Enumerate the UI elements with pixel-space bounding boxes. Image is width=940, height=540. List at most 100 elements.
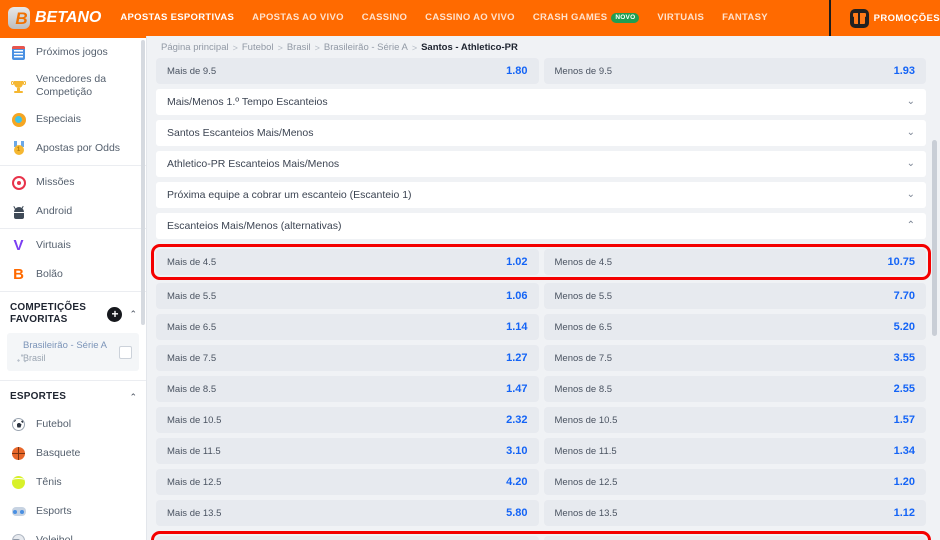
nav-item-apostas-ao-vivo[interactable]: APOSTAS AO VIVO [243,0,353,36]
odds-value: 1.20 [893,476,915,488]
nav-item-cassino-ao-vivo[interactable]: CASSINO AO VIVO [416,0,524,36]
odds-selection-right[interactable]: Menos de 13.5 1.12 [543,500,926,526]
market-header-collapsed[interactable]: Próxima equipe a cobrar um escanteio (Es… [156,182,926,208]
sidebar-item-especiais[interactable]: Especiais [0,105,146,134]
odds-selection-right[interactable]: Menos de 12.5 1.20 [543,469,926,495]
odds-selection-left[interactable]: Mais de 4.5 1.02 [156,249,539,275]
chevron-up-icon[interactable]: ⌃ [907,221,915,231]
odds-selection-right[interactable]: Menos de 9.5 1.93 [543,58,926,84]
odds-selection-left[interactable]: Mais de 11.5 3.10 [156,438,539,464]
nav-item-fantasy[interactable]: FANTASY [713,0,777,36]
special-circle-icon [10,111,27,128]
favorite-texts: Brasileirão - Série A Brasil [23,340,111,364]
odds-label: Menos de 12.5 [554,476,618,488]
sidebar-item-virtuais[interactable]: V Virtuais [0,231,146,260]
gift-icon [849,8,869,28]
breadcrumb-link[interactable]: Página principal [161,42,229,53]
breadcrumb-separator: > [232,42,238,53]
odds-label: Mais de 7.5 [167,352,217,364]
odds-selection-left[interactable]: Mais de 8.5 1.47 [156,376,539,402]
odds-selection-right[interactable]: Menos de 5.5 7.70 [543,283,926,309]
sidebar-divider [0,165,146,166]
nav-item-virtuais[interactable]: VIRTUAIS [648,0,713,36]
nav-item-label: CRASH GAMES [532,12,608,23]
odds-value: 7.70 [893,290,915,302]
sidebar-item-bol-o[interactable]: B Bolão [0,260,146,289]
odds-selection-right[interactable]: Menos de 7.5 3.55 [543,345,926,371]
odds-selection-right[interactable]: Menos de 6.5 5.20 [543,314,926,340]
odds-selection-left[interactable]: Mais de 6.5 1.14 [156,314,539,340]
odds-selection-left[interactable]: Mais de 9.5 1.80 [156,58,539,84]
android-icon [10,203,27,220]
chevron-up-icon[interactable]: ⌃ [126,309,137,320]
sidebar-sport-futebol[interactable]: Futebol [0,410,146,439]
sidebar-sport-label: Basquete [36,447,81,459]
nav-item-apostas-esportivas[interactable]: APOSTAS ESPORTIVAS [111,0,243,36]
breadcrumb-separator: > [277,42,283,53]
sidebar-sport-basquete[interactable]: Basquete [0,439,146,468]
sidebar-item-label: Vencedores da Competição [36,73,107,98]
favorites-title: COMPETIÇÕES FAVORITAS [10,302,87,325]
odds-selection-left[interactable]: Mais de 13.5 5.80 [156,500,539,526]
odds-selection-right[interactable]: Menos de 11.5 1.34 [543,438,926,464]
odds-selection-right[interactable]: Menos de 8.5 2.55 [543,376,926,402]
plus-icon[interactable]: + [107,306,123,322]
nav-item-crash-games[interactable]: CRASH GAMES NOVO [524,0,649,36]
odds-value: 1.14 [506,321,528,333]
sidebar-divider [0,228,146,229]
odds-value: 1.34 [893,445,915,457]
market-header-expanded[interactable]: Escanteios Mais/Menos (alternativas) ⌃ [156,213,926,239]
sidebar-item-label: Apostas por Odds [36,142,121,154]
odds-selection-left[interactable]: Mais de 5.5 1.06 [156,283,539,309]
chevron-down-icon[interactable]: ⌄ [907,97,915,107]
left-sidebar: Próximos jogos Vencedores da Competição Es… [0,36,147,540]
odds-selection-right[interactable]: Menos de 4.5 10.75 [543,249,926,275]
market-header-collapsed[interactable]: Mais/Menos 1.º Tempo Escanteios ⌄ [156,89,926,115]
volleyball-icon [10,532,27,540]
odds-row-highlighted: Mais de 4.5 1.02 Menos de 4.5 10.75 [151,244,931,280]
breadcrumb-current: Santos - Athletico-PR [421,42,518,53]
nav-item-cassino[interactable]: CASSINO [353,0,416,36]
sidebar-item-miss-es[interactable]: Missões [0,168,146,197]
sidebar-sport-esports[interactable]: Esports [0,497,146,526]
odds-label: Mais de 10.5 [167,414,222,426]
promotions-button[interactable]: PROMOÇÕES [836,0,940,36]
odds-selection-right[interactable]: Menos de 14.51.06 [543,536,926,540]
odds-label: Menos de 9.5 [554,65,613,77]
odds-selection-left[interactable]: Mais de 14.57.80 [156,536,539,540]
sidebar-scrollbar[interactable] [141,40,145,325]
sidebar-sport-t-nis[interactable]: Tênis [0,468,146,497]
nav-badge-novo: NOVO [611,13,640,23]
favorite-checkbox[interactable] [119,345,132,359]
market-header-collapsed[interactable]: Santos Escanteios Mais/Menos ⌄ [156,120,926,146]
sidebar-sport-voleibol[interactable]: Voleibol [0,526,146,540]
odds-value: 10.75 [887,256,915,268]
odds-selection-right[interactable]: Menos de 10.5 1.57 [543,407,926,433]
sidebar-item-label: Bolão [36,268,63,280]
odds-row: Mais de 11.5 3.10 Menos de 11.5 1.34 [156,438,926,464]
odds-row: Mais de 6.5 1.14 Menos de 6.5 5.20 [156,314,926,340]
breadcrumb-link[interactable]: Brasil [287,42,311,53]
sidebar-item-label: Próximos jogos [36,46,108,58]
sidebar-item-pr-ximos-jogos[interactable]: Próximos jogos [0,38,146,67]
chevron-down-icon[interactable]: ⌄ [907,190,915,200]
sidebar-item-label: Missões [36,176,75,188]
breadcrumb-link[interactable]: Futebol [242,42,274,53]
chevron-up-icon[interactable]: ⌃ [126,392,137,403]
sidebar-item-android[interactable]: Android [0,197,146,226]
odds-selection-left[interactable]: Mais de 7.5 1.27 [156,345,539,371]
odds-selection-left[interactable]: Mais de 12.5 4.20 [156,469,539,495]
nav-item-label: FANTASY [722,12,768,23]
sidebar-item-apostas-por-odds[interactable]: 1 Apostas por Odds [0,134,146,163]
sidebar-item-vencedores-da-competi-o[interactable]: Vencedores da Competição [0,67,146,105]
odds-value: 1.47 [506,383,528,395]
content-scrollbar[interactable] [932,140,937,336]
chevron-down-icon[interactable]: ⌄ [907,128,915,138]
chevron-down-icon[interactable]: ⌄ [907,159,915,169]
breadcrumb-link[interactable]: Brasileirão - Série A [324,42,408,53]
sidebar-sport-label: Voleibol [36,534,73,540]
betano-logo[interactable]: B BETANO [0,7,111,29]
odds-selection-left[interactable]: Mais de 10.5 2.32 [156,407,539,433]
favorite-competition-row[interactable]: Brasileirão - Série A Brasil [7,333,139,371]
market-header-collapsed[interactable]: Athletico-PR Escanteios Mais/Menos ⌄ [156,151,926,177]
